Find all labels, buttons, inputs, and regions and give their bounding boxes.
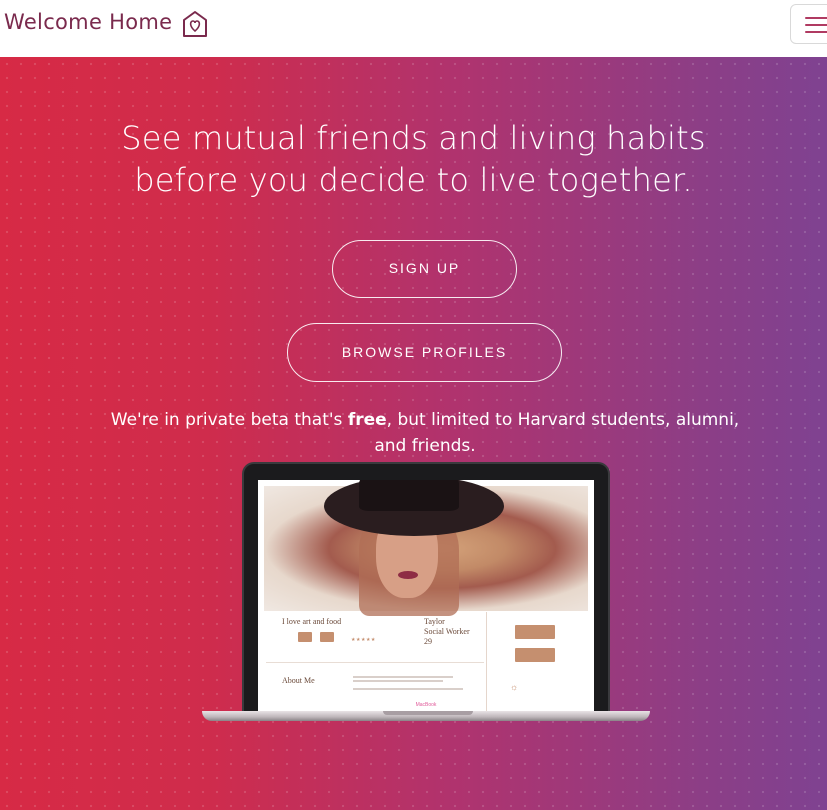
- browse-profiles-button[interactable]: BROWSE PROFILES: [287, 323, 562, 382]
- text-line: [353, 688, 463, 690]
- beta-notice: We're in private beta that's free, but l…: [100, 407, 750, 459]
- hero-headline: See mutual friends and living habits bef…: [0, 117, 827, 201]
- brand-name[interactable]: Welcome Home: [4, 10, 172, 34]
- text-line: [353, 676, 453, 678]
- profile-mini-button: [320, 632, 334, 642]
- headline-line-2: before you decide to live together.: [134, 161, 693, 199]
- profile-action-button: [515, 625, 555, 639]
- beta-text-free: free: [347, 410, 387, 430]
- profile-job: Social Worker: [424, 627, 470, 636]
- divider: [266, 662, 484, 663]
- text-line: [353, 680, 443, 682]
- sign-up-button[interactable]: SIGN UP: [332, 240, 517, 298]
- headline-line-1: See mutual friends and living habits: [121, 119, 706, 157]
- profile-interests: I love art and food: [282, 617, 342, 626]
- profile-action-button: [515, 648, 555, 662]
- profile-photo: [264, 480, 588, 616]
- profile-age: 29: [424, 637, 432, 646]
- beta-text-suffix: , but limited to Harvard students, alumn…: [374, 410, 740, 456]
- laptop-screen: I love art and food ★★★★★ Taylor Social …: [258, 480, 594, 712]
- navbar: Welcome Home: [0, 0, 827, 57]
- sun-icon: ☼: [510, 682, 519, 692]
- rating-stars: ★★★★★: [351, 637, 376, 643]
- laptop-brand-label: MacBook: [415, 702, 437, 708]
- profile-details: Taylor Social Worker 29: [424, 617, 470, 647]
- about-heading: About Me: [282, 676, 315, 685]
- laptop-mockup: I love art and food ★★★★★ Taylor Social …: [242, 462, 610, 718]
- laptop-notch: [383, 711, 473, 715]
- profile-mini-button: [298, 632, 312, 642]
- profile-name: Taylor: [424, 617, 445, 626]
- house-heart-icon[interactable]: [181, 9, 209, 39]
- divider: [486, 612, 487, 712]
- hamburger-menu-button[interactable]: [790, 4, 827, 44]
- hamburger-menu-icon: [805, 17, 827, 19]
- beta-text-prefix: We're in private beta that's: [110, 410, 348, 430]
